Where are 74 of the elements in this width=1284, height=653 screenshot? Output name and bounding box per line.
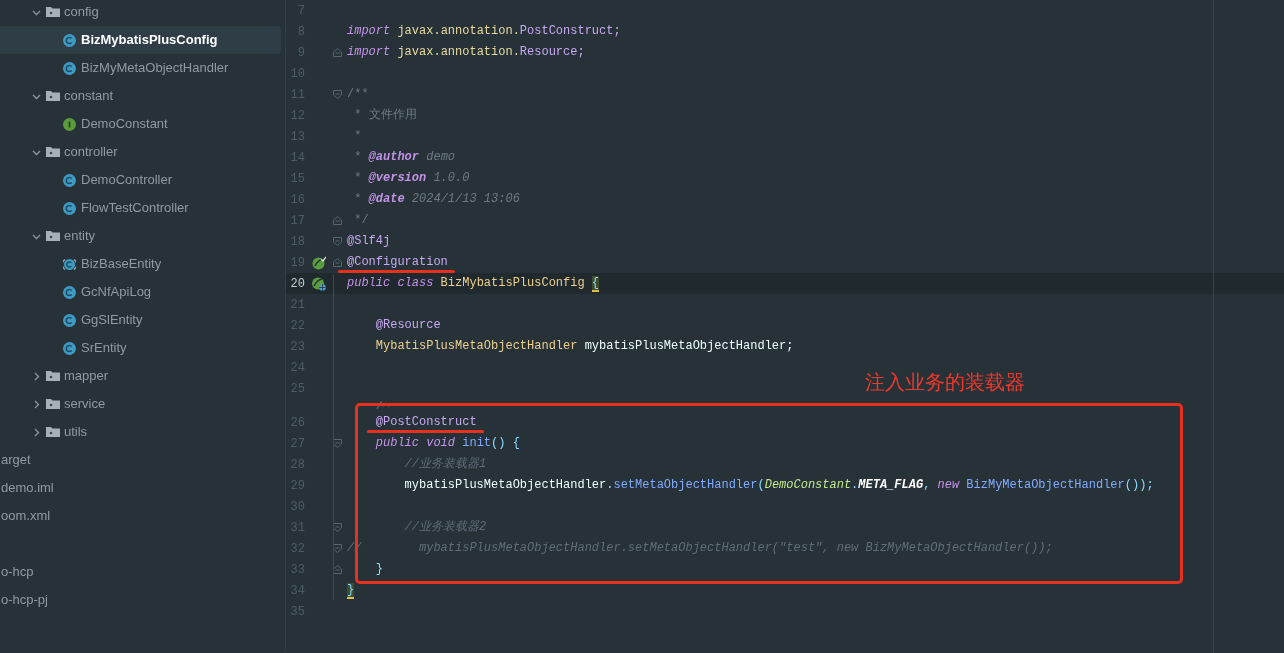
chevron-right-icon: [32, 371, 41, 381]
fold-icon: [333, 439, 342, 448]
code-line: * @version 1.0.0: [353, 171, 470, 186]
folder-icon: [46, 146, 60, 158]
code-line: import javax.annotation.Resource;: [347, 45, 585, 60]
class-icon: [63, 341, 76, 355]
tree-folder[interactable]: entity: [0, 222, 285, 250]
tree-item[interactable]: BizMybatisPlusConfig: [0, 26, 281, 54]
tree-item[interactable]: oom.xml: [0, 502, 285, 530]
tree-item[interactable]: GcNfApiLog: [0, 278, 281, 306]
fold-icon: [333, 565, 342, 574]
code-line: @Slf4j: [347, 234, 391, 249]
class-icon: [63, 33, 76, 47]
code-line: * @date 2024/1/13 13:06: [353, 192, 520, 207]
code-line: */: [353, 213, 369, 228]
code-line: }: [374, 562, 383, 577]
folder-icon: [46, 398, 60, 410]
fold-icon: [333, 48, 342, 57]
fold-icon: [333, 258, 342, 267]
code-line: public class BizMybatisPlusConfig {: [347, 276, 600, 291]
code-line: @Configuration: [347, 255, 448, 270]
chevron-right-icon: [32, 399, 41, 409]
tree-folder[interactable]: service: [0, 390, 285, 418]
code-line: //业务装载器1: [403, 457, 487, 472]
line-number: 20: [289, 275, 305, 293]
tree-item[interactable]: BizBaseEntity: [0, 250, 281, 278]
code-line: * @author demo: [353, 150, 456, 165]
tree-item[interactable]: o-hcp-pj: [0, 586, 285, 614]
fold-icon: [333, 544, 342, 553]
class-icon: [63, 201, 76, 215]
code-line: public void init() {: [374, 436, 520, 451]
tree-folder[interactable]: mapper: [0, 362, 285, 390]
chevron-right-icon: [32, 427, 41, 437]
code-line: *: [353, 129, 362, 144]
tree-item[interactable]: arget: [0, 446, 285, 474]
class-icon: [63, 313, 76, 327]
folder-icon: [46, 230, 60, 242]
class-icon: [63, 61, 76, 75]
tree-item[interactable]: SrEntity: [0, 334, 281, 362]
folder-icon: [46, 370, 60, 382]
fold-icon: [333, 216, 342, 225]
folder-icon: [46, 90, 60, 102]
tree-item[interactable]: DemoConstant: [0, 110, 281, 138]
code-line: import javax.annotation.PostConstruct;: [347, 24, 621, 39]
hint-icon: [376, 401, 390, 410]
code-line: * 文件作用: [353, 108, 417, 123]
tree-item[interactable]: BizMyMetaObjectHandler: [0, 54, 281, 82]
code-line: mybatisPlusMetaObjectHandler.setMetaObjectHandler(DemoConstant.META_FLAG, new BizMyMetaObjectHandler());: [403, 478, 1154, 493]
abstract-class-icon: [63, 257, 76, 271]
folder-icon: [46, 6, 60, 18]
tree-item[interactable]: FlowTestController: [0, 194, 281, 222]
interface-icon: [63, 117, 76, 131]
code-line: @PostConstruct: [374, 415, 477, 430]
tree-folder[interactable]: config: [0, 0, 285, 26]
folder-icon: [46, 426, 60, 438]
tree-folder[interactable]: utils: [0, 418, 285, 446]
tree-item[interactable]: GgSlEntity: [0, 306, 281, 334]
class-icon: [63, 285, 76, 299]
bean-globe-icon: [312, 276, 326, 291]
fold-icon: [333, 90, 342, 99]
fold-icon: [333, 523, 342, 532]
caption-text: 注入业务的装载器: [865, 369, 1025, 396]
bean-check-icon: [312, 255, 326, 270]
class-icon: [63, 173, 76, 187]
tree-item[interactable]: DemoController: [0, 166, 281, 194]
tree-item[interactable]: demo.iml: [0, 474, 285, 502]
code-line: MybatisPlusMetaObjectHandler mybatisPlusMetaObjectHandler;: [374, 339, 794, 354]
code-line: //业务装载器2: [403, 520, 487, 535]
tree-folder[interactable]: constant: [0, 82, 285, 110]
code-line: /**: [347, 87, 369, 102]
tree-folder[interactable]: controller: [0, 138, 285, 166]
code-line: @Resource: [374, 318, 441, 333]
tree-item[interactable]: o-hcp: [0, 558, 285, 586]
fold-icon: [333, 237, 342, 246]
